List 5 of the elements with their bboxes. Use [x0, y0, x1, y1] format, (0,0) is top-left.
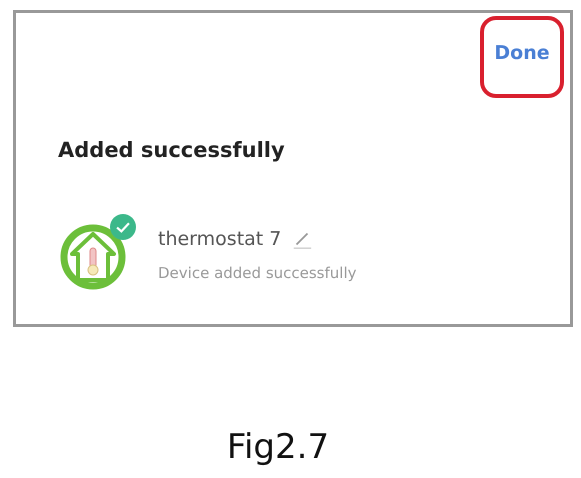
done-button[interactable]: Done	[494, 42, 550, 64]
device-status: Device added successfully	[158, 264, 356, 282]
page-title: Added successfully	[58, 138, 286, 162]
figure-caption: Fig2.7	[226, 427, 330, 467]
device-name: thermostat 7	[158, 228, 282, 250]
